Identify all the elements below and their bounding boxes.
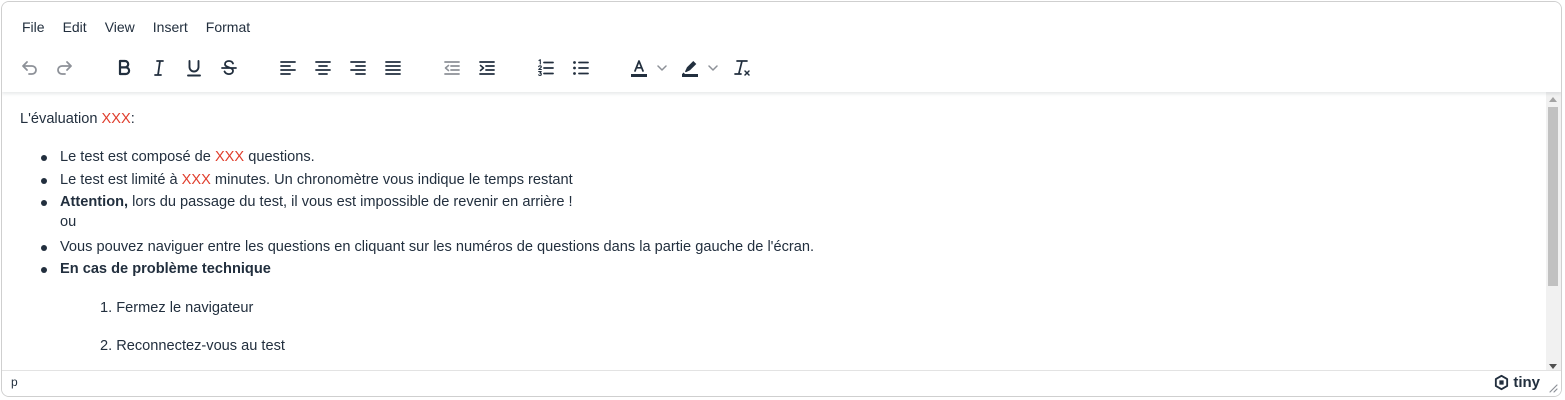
underline-icon: [187, 60, 201, 77]
align-justify-icon: [385, 61, 401, 75]
bold-icon: [118, 59, 131, 76]
rich-text-editor: File Edit View Insert Format L'évaluatio…: [1, 1, 1562, 397]
scroll-down-icon[interactable]: [1549, 364, 1557, 369]
strikethrough-button[interactable]: [213, 52, 245, 84]
list-item: Attention, lors du passage du test, il v…: [41, 194, 573, 230]
bullet-list-button[interactable]: [565, 52, 597, 84]
list-item: Vous pouvez naviguer entre les questions…: [40, 239, 815, 255]
redo-button[interactable]: [49, 52, 81, 84]
list-item: Le test est limité à XXX minutes. Un chr…: [41, 172, 573, 188]
strikethrough-icon: [221, 60, 237, 76]
outdent-button[interactable]: [436, 52, 468, 84]
text-color-button[interactable]: [623, 52, 671, 84]
numbered-list-icon: [538, 59, 554, 76]
menu-format[interactable]: Format: [197, 12, 259, 42]
align-left-button[interactable]: [272, 52, 304, 84]
menubar: File Edit View Insert Format: [13, 12, 259, 42]
chevron-down-icon: [708, 65, 718, 71]
statusbar: p tiny: [2, 370, 1561, 396]
underline-button[interactable]: [178, 52, 210, 84]
placeholder-text: XXX: [181, 172, 211, 188]
align-left-icon: [280, 61, 296, 75]
indent-icon: [479, 61, 495, 75]
brand-label: tiny: [1513, 374, 1540, 391]
italic-icon: [154, 60, 164, 76]
vertical-scrollbar[interactable]: [1546, 92, 1561, 374]
editor-header: File Edit View Insert Format: [2, 2, 1561, 92]
placeholder-text: XXX: [101, 111, 131, 127]
undo-icon: [22, 61, 37, 75]
toolbar: [2, 48, 1561, 88]
bold-button[interactable]: [108, 52, 140, 84]
align-center-button[interactable]: [307, 52, 339, 84]
align-justify-button[interactable]: [377, 52, 409, 84]
redo-icon: [57, 61, 72, 75]
scrollbar-thumb[interactable]: [1548, 107, 1558, 286]
list-item: Le test est composé de XXX questions.: [41, 149, 315, 165]
element-path[interactable]: p: [11, 375, 18, 389]
numbered-list-button[interactable]: [530, 52, 562, 84]
italic-button[interactable]: [143, 52, 175, 84]
align-right-button[interactable]: [342, 52, 374, 84]
intro-paragraph: L'évaluation XXX:: [20, 111, 135, 127]
outdent-icon: [444, 61, 460, 75]
editor-content[interactable]: L'évaluation XXX: Le test est composé de…: [2, 92, 1548, 374]
align-center-icon: [315, 61, 331, 75]
align-right-icon: [350, 61, 366, 75]
highlight-color-button[interactable]: [674, 52, 722, 84]
undo-button[interactable]: [13, 52, 45, 84]
tiny-logo-icon: [1495, 374, 1509, 391]
clear-formatting-icon: [734, 60, 750, 76]
menu-view[interactable]: View: [96, 12, 144, 42]
highlight-color-icon: [682, 61, 698, 77]
numbered-step: 1. Fermez le navigateur: [100, 300, 254, 316]
bullet-list-icon: [573, 61, 589, 75]
menu-edit[interactable]: Edit: [54, 12, 96, 42]
numbered-step: 2. Reconnectez-vous au test: [100, 338, 285, 354]
tiny-brand[interactable]: tiny: [1493, 374, 1540, 391]
list-item: En cas de problème technique: [41, 261, 271, 277]
scroll-up-icon[interactable]: [1549, 97, 1557, 102]
text-color-icon: [631, 60, 647, 77]
chevron-down-icon: [657, 65, 667, 71]
clear-formatting-button[interactable]: [726, 52, 758, 84]
menu-insert[interactable]: Insert: [144, 12, 197, 42]
resize-handle-icon[interactable]: [1548, 383, 1558, 393]
placeholder-text: XXX: [214, 149, 245, 165]
indent-button[interactable]: [471, 52, 503, 84]
menu-file[interactable]: File: [13, 12, 54, 42]
